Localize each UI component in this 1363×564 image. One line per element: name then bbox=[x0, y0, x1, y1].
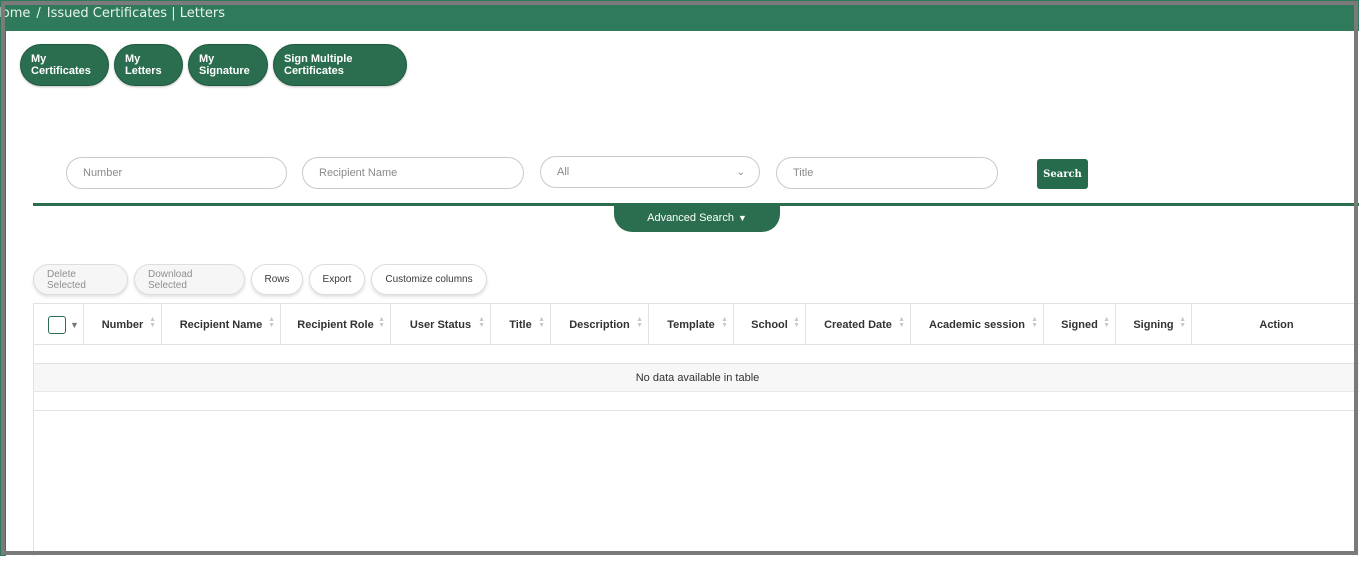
breadcrumb-home[interactable]: Home bbox=[0, 6, 30, 21]
caret-down-icon: ▼ bbox=[737, 212, 747, 223]
caret-down-icon[interactable]: ▼ bbox=[70, 320, 79, 330]
export-button[interactable]: Export bbox=[309, 264, 365, 295]
sort-icon: ▲ ▼ bbox=[1031, 316, 1038, 329]
search-row: All ⌄ Search bbox=[66, 156, 1106, 190]
left-accent-edge bbox=[0, 31, 6, 556]
table-footer-row bbox=[34, 392, 1361, 411]
advanced-search-label: Advanced Search bbox=[647, 211, 734, 224]
table-spacer-row bbox=[34, 346, 1361, 364]
breadcrumb-bar: Home / Issued Certificates | Letters bbox=[0, 0, 1363, 31]
column-header-school[interactable]: School ▲ ▼ bbox=[734, 304, 806, 345]
sort-icon: ▲ ▼ bbox=[898, 316, 905, 329]
column-header-recipient-name[interactable]: Recipient Name ▲ ▼ bbox=[162, 304, 281, 345]
sort-icon: ▲ ▼ bbox=[721, 316, 728, 329]
sort-icon: ▲ ▼ bbox=[478, 316, 485, 329]
right-margin bbox=[1359, 0, 1363, 564]
sort-icon: ▲ ▼ bbox=[378, 316, 385, 329]
sort-icon: ▲ ▼ bbox=[149, 316, 156, 329]
rows-button[interactable]: Rows bbox=[251, 264, 303, 295]
column-header-template[interactable]: Template ▲ ▼ bbox=[649, 304, 734, 345]
sort-icon: ▲ ▼ bbox=[268, 316, 275, 329]
delete-selected-button[interactable]: Delete Selected bbox=[33, 264, 128, 295]
empty-table-message: No data available in table bbox=[34, 364, 1361, 392]
column-header-signed[interactable]: Signed ▲ ▼ bbox=[1044, 304, 1116, 345]
status-select[interactable]: All ⌄ bbox=[540, 156, 760, 188]
select-all-checkbox[interactable] bbox=[48, 315, 66, 334]
number-input[interactable] bbox=[83, 167, 286, 179]
my-letters-button[interactable]: My Letters bbox=[114, 44, 183, 86]
customize-columns-button[interactable]: Customize columns bbox=[371, 264, 487, 295]
recipient-name-input[interactable] bbox=[319, 167, 523, 179]
sort-icon: ▲ ▼ bbox=[636, 316, 643, 329]
nav-button-row: My Certificates My Letters My Signature … bbox=[20, 44, 407, 86]
results-table: ▼ Number ▲ ▼ Recipient Name ▲ ▼ Recipient … bbox=[33, 303, 1361, 556]
search-button[interactable]: Search bbox=[1037, 159, 1088, 189]
sign-multiple-certificates-button[interactable]: Sign Multiple Certificates bbox=[273, 44, 407, 86]
column-header-created-date[interactable]: Created Date ▲ ▼ bbox=[806, 304, 911, 345]
download-selected-button[interactable]: Download Selected bbox=[134, 264, 245, 295]
advanced-search-button[interactable]: Advanced Search ▼ bbox=[614, 203, 780, 232]
column-header-signing[interactable]: Signing ▲ ▼ bbox=[1116, 304, 1192, 345]
title-input[interactable] bbox=[793, 167, 997, 179]
select-all-cell: ▼ bbox=[34, 304, 84, 345]
sort-icon: ▲ ▼ bbox=[538, 316, 545, 329]
sort-icon: ▲ ▼ bbox=[1179, 316, 1186, 329]
column-header-action: Action bbox=[1259, 318, 1294, 331]
column-header-description[interactable]: Description ▲ ▼ bbox=[551, 304, 649, 345]
bottom-margin bbox=[0, 556, 1363, 564]
breadcrumb: Home / Issued Certificates | Letters bbox=[0, 6, 225, 21]
column-header-recipient-role[interactable]: Recipient Role ▲ ▼ bbox=[281, 304, 391, 345]
breadcrumb-separator: / bbox=[36, 6, 41, 21]
my-certificates-button[interactable]: My Certificates bbox=[20, 44, 109, 86]
column-header-number[interactable]: Number ▲ ▼ bbox=[84, 304, 162, 345]
table-toolbar: Delete Selected Download Selected Rows E… bbox=[33, 264, 487, 295]
sort-icon: ▲ ▼ bbox=[793, 316, 800, 329]
table-header: ▼ Number ▲ ▼ Recipient Name ▲ ▼ Recipient … bbox=[34, 304, 1361, 345]
sort-icon: ▲ ▼ bbox=[1103, 316, 1110, 329]
recipient-field-wrap bbox=[302, 157, 524, 189]
number-field-wrap bbox=[66, 157, 287, 189]
app-frame: Home / Issued Certificates | Letters My … bbox=[0, 0, 1363, 564]
breadcrumb-current: Issued Certificates | Letters bbox=[46, 6, 226, 21]
title-field-wrap bbox=[776, 157, 998, 189]
status-select-value: All bbox=[557, 166, 570, 178]
my-signature-button[interactable]: My Signature bbox=[188, 44, 268, 86]
column-header-user-status[interactable]: User Status ▲ ▼ bbox=[391, 304, 491, 345]
column-header-title[interactable]: Title ▲ ▼ bbox=[491, 304, 551, 345]
chevron-down-icon: ⌄ bbox=[736, 166, 745, 178]
column-header-academic-session[interactable]: Academic session ▲ ▼ bbox=[911, 304, 1044, 345]
